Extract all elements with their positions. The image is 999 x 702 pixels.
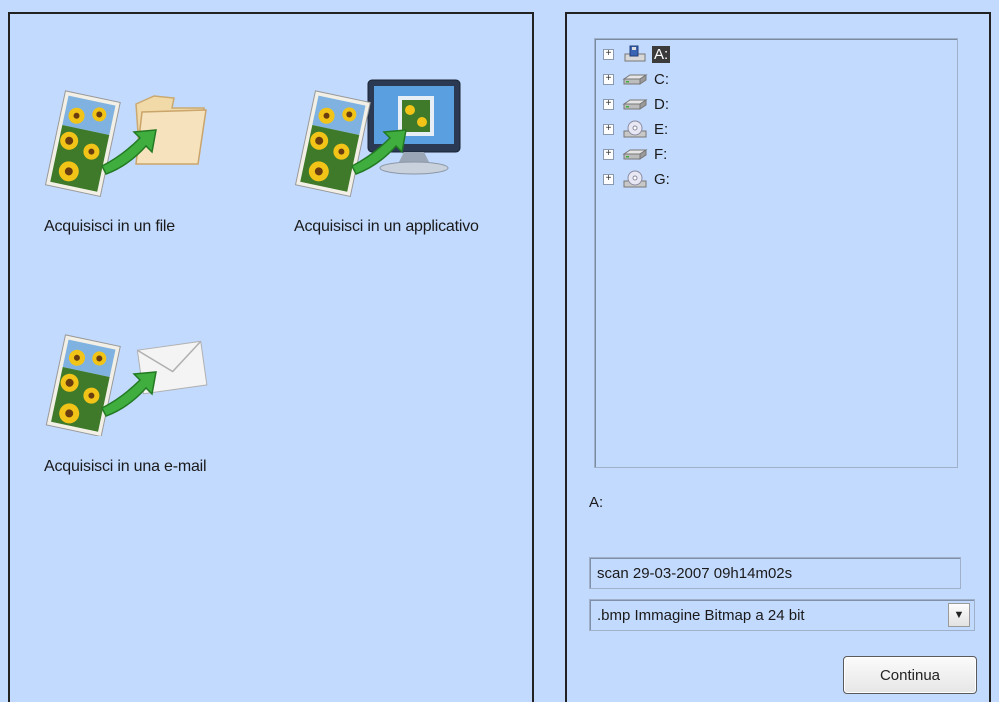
tree-item-label: A:: [652, 45, 671, 63]
expand-icon[interactable]: +: [603, 73, 614, 85]
file-format-select[interactable]: .bmp Immagine Bitmap a 24 bit ▼: [589, 599, 975, 631]
tree-item-drive-f[interactable]: + F:: [603, 143, 669, 165]
dropdown-arrow-icon[interactable]: ▼: [948, 603, 970, 627]
scan-to-application-label: Acquisisci in un applicativo: [294, 218, 479, 235]
scan-to-file-icon: [44, 90, 207, 198]
tree-item-label: G:: [654, 170, 670, 188]
hard-drive-icon: [622, 99, 648, 110]
cd-drive-icon: [623, 170, 647, 188]
scan-destination-panel: Acquisisci in un file Acquisisci in un a…: [8, 12, 534, 702]
hard-drive-icon: [622, 149, 648, 160]
hard-drive-icon: [622, 74, 648, 85]
selected-path-label: A:: [589, 494, 604, 511]
scan-to-application-action[interactable]: Acquisisci in un applicativo: [294, 78, 524, 236]
panel-divider: [534, 0, 565, 702]
tree-item-drive-e[interactable]: + E:: [603, 118, 670, 140]
scan-to-application-icon: [294, 79, 461, 198]
expand-icon[interactable]: +: [603, 123, 614, 135]
scan-to-file-label: Acquisisci in un file: [44, 218, 175, 235]
scan-to-file-action[interactable]: Acquisisci in un file: [44, 78, 274, 236]
expand-icon[interactable]: +: [603, 148, 614, 160]
cd-drive-icon: [623, 120, 647, 138]
expand-icon[interactable]: +: [603, 48, 614, 60]
filename-input[interactable]: [589, 557, 961, 589]
tree-item-drive-g[interactable]: + G:: [603, 168, 672, 190]
expand-icon[interactable]: +: [603, 173, 614, 185]
file-format-value: .bmp Immagine Bitmap a 24 bit: [597, 606, 805, 624]
tree-item-drive-c[interactable]: + C:: [603, 68, 671, 90]
expand-icon[interactable]: +: [603, 98, 614, 110]
tree-item-label: F:: [654, 145, 668, 163]
tree-item-label: C:: [654, 70, 669, 88]
scan-to-email-icon: [45, 334, 208, 436]
tree-item-drive-a[interactable]: + A:: [603, 43, 671, 65]
continue-button[interactable]: Continua: [843, 656, 977, 694]
scan-to-email-action[interactable]: Acquisisci in una e-mail: [44, 332, 274, 476]
drive-tree-view[interactable]: + A: + C: + D: + E: + F: + G:: [594, 38, 958, 468]
save-options-panel: + A: + C: + D: + E: + F: + G: A: scan 29…: [565, 12, 991, 702]
tree-item-label: D:: [654, 95, 669, 113]
tree-item-label: E:: [654, 120, 669, 138]
tree-item-drive-d[interactable]: + D:: [603, 93, 671, 115]
floppy-drive-icon: [624, 45, 646, 62]
scan-to-email-label: Acquisisci in una e-mail: [44, 458, 207, 475]
